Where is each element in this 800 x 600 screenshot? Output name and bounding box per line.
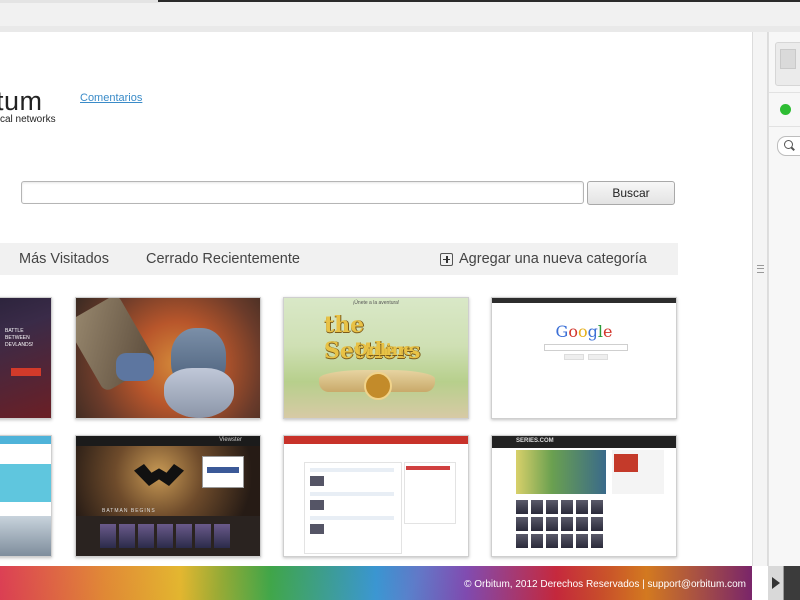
speed-dial-tile-google[interactable]: Google: [491, 297, 677, 419]
search-icon: [784, 140, 793, 149]
tab-most-visited[interactable]: Más Visitados: [19, 243, 109, 275]
promo-text: BATTLE BETWEEN DEVLANDS!: [5, 328, 34, 348]
series-side: [612, 450, 664, 494]
scrollbar-grip-icon[interactable]: [757, 265, 764, 273]
category-tabs: Más Visitados Cerrado Recientemente Agre…: [0, 243, 678, 275]
add-category-button[interactable]: Agregar una nueva categoría: [440, 243, 647, 275]
google-button: [588, 354, 608, 360]
promo-button: [11, 368, 41, 376]
side-search-button[interactable]: [777, 136, 800, 156]
add-category-label: Agregar una nueva categoría: [459, 251, 647, 267]
new-tab-page: tum cal networks Comentarios Buscar Más …: [0, 32, 752, 566]
site-header: [0, 436, 51, 444]
play-icon: [772, 577, 780, 589]
google-logo: Google: [555, 322, 613, 341]
online-status-icon: [780, 104, 791, 115]
dwarf-hand-art: [116, 353, 154, 381]
logo-subtitle: cal networks: [0, 114, 56, 125]
side-panel-thumbnail[interactable]: [775, 42, 800, 86]
store-sidebar: [404, 462, 456, 524]
settlers-online: Online: [354, 340, 414, 359]
vertical-scrollbar[interactable]: [752, 32, 768, 566]
series-brand: SERIES.COM: [516, 438, 554, 444]
speed-dial-tile-batman[interactable]: Viewster BATMAN BEGINS: [75, 435, 261, 557]
series-hero: [516, 450, 606, 494]
footer-copyright: © Orbitum, 2012 Derechos Reservados | su…: [464, 579, 746, 590]
speed-dial-tile-site[interactable]: [0, 435, 52, 557]
footer-banner: © Orbitum, 2012 Derechos Reservados | su…: [0, 566, 752, 600]
batman-site-brand: Viewster: [219, 437, 242, 443]
tab-strip: [0, 0, 160, 3]
facebook-dialog: [202, 456, 244, 488]
series-grid: [516, 500, 603, 548]
google-button: [564, 354, 584, 360]
plus-icon: [440, 252, 453, 266]
dwarf-beard-art: [164, 368, 234, 418]
speed-dial-tile-dwarf-game[interactable]: [75, 297, 261, 419]
settlers-badge: [364, 372, 392, 400]
search-input[interactable]: [21, 181, 584, 204]
expand-panel-button[interactable]: [768, 566, 784, 600]
address-strip: [158, 0, 800, 2]
site-hero: [0, 464, 51, 502]
google-topbar: [492, 298, 676, 303]
speed-dial-tile-settlers[interactable]: ¡Únete a la aventura! the Settlers Onlin…: [283, 297, 469, 419]
speed-dial-tile-series[interactable]: SERIES.COM: [491, 435, 677, 557]
google-searchbox: [544, 344, 628, 351]
orbitum-logo: tum: [0, 86, 43, 117]
settlers-caption: ¡Únete a la aventura!: [352, 300, 400, 306]
side-panel: [768, 32, 800, 566]
poster-row: [100, 524, 230, 548]
site-bottom: [0, 516, 51, 556]
store-topbar: [284, 436, 468, 444]
bottom-right-corner: [768, 566, 800, 600]
search-button[interactable]: Buscar: [587, 181, 675, 205]
batman-title: BATMAN BEGINS: [102, 508, 156, 514]
speed-dial-tile-game[interactable]: BATTLE BETWEEN DEVLANDS!: [0, 297, 52, 419]
feedback-link[interactable]: Comentarios: [80, 92, 142, 104]
browser-top-chrome: [0, 0, 800, 33]
tab-recently-closed[interactable]: Cerrado Recientemente: [146, 243, 300, 275]
speed-dial-tile-store[interactable]: [283, 435, 469, 557]
logo-text: tum: [0, 86, 43, 116]
